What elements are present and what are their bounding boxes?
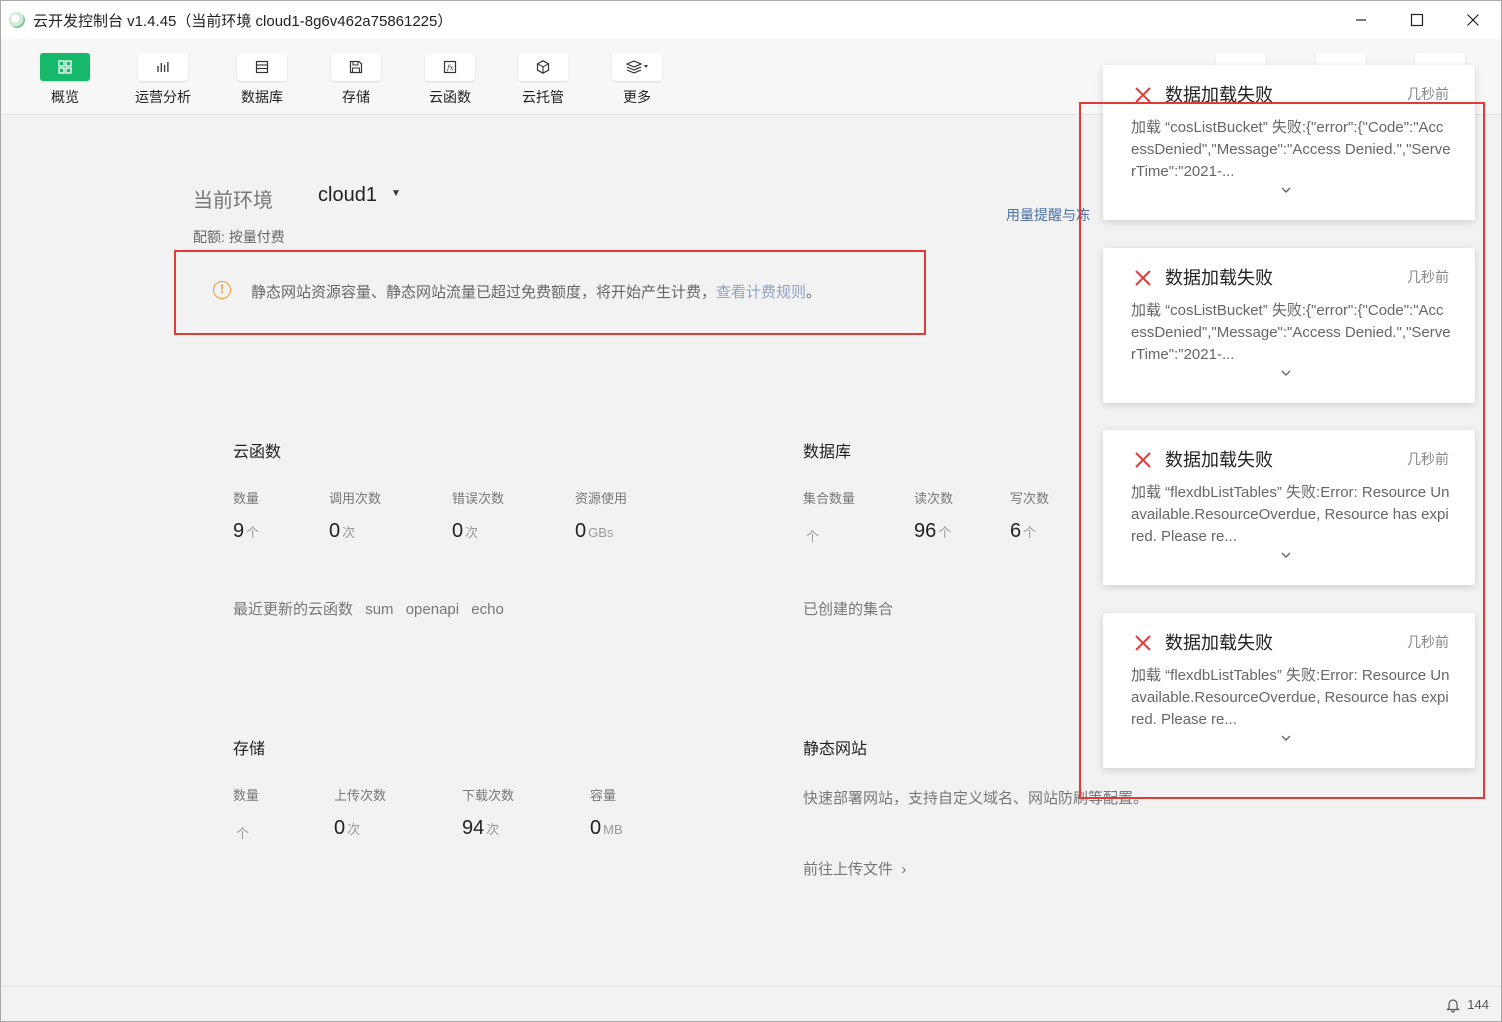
stat-label: 数量 [233,788,260,803]
stat-label: 读次数 [914,491,954,506]
bell-icon[interactable] [1445,997,1461,1013]
stat-value: 0次 [452,520,479,542]
collections-label: 已创建的集合 [803,601,894,618]
stat-value: 个 [806,529,820,544]
notice-message: 静态网站资源容量、静态网站流量已超过免费额度，将开始产生计费， [251,284,717,301]
layers-icon [625,60,648,74]
window-title: 云开发控制台 v1.4.45（当前环境 cloud1-8g6v462a75861… [33,12,453,30]
title-bar: 云开发控制台 v1.4.45（当前环境 cloud1-8g6v462a75861… [1,1,1501,39]
env-label: 当前环境 [193,190,273,212]
function-link[interactable]: openapi [406,601,459,618]
billing-rules-link[interactable]: 查看计费规则 [716,284,806,301]
warning-icon: ! [213,281,231,299]
recent-label: 最近更新的云函数 [233,601,354,618]
function-link[interactable]: sum [365,601,393,618]
stat-label: 集合数量 [803,491,856,506]
tool-cloud-function[interactable]: fx 云函数 [410,53,490,107]
bar-chart-icon [157,62,169,72]
stat-value: 0 GBs [575,520,614,542]
caret-down-icon[interactable]: ▼ [391,188,401,199]
static-site-title: 静态网站 [803,741,868,758]
stat-label: 资源使用 [575,491,628,506]
notice-text: 静态网站资源容量、静态网站流量已超过免费额度，将开始产生计费，查看计费规则。 [251,281,821,302]
tool-more[interactable]: 更多 [597,53,677,107]
highlight-outline [1079,102,1485,799]
database-title: 数据库 [803,444,852,461]
stat-value: 0次 [329,520,356,542]
close-icon [1467,14,1479,26]
functions-title: 云函数 [233,444,282,461]
tool-cloud-hosting[interactable]: 云托管 [503,53,583,107]
stat-value: 9个 [233,520,260,542]
stat-label: 容量 [590,788,617,803]
tool-database[interactable]: 数据库 [222,53,302,107]
tool-label: 云托管 [522,89,564,105]
stat-label: 上传次数 [334,788,387,803]
stat-value: 0次 [334,817,361,839]
usage-alert-link[interactable]: 用量提醒与冻 [1006,205,1090,225]
tool-overview[interactable]: 概览 [25,53,105,107]
stat-value: 96 个 [914,520,952,542]
cube-icon [536,60,550,74]
stat-value: 94 次 [462,817,500,839]
tool-analytics[interactable]: 运营分析 [123,53,203,107]
maximize-icon [1410,13,1424,27]
function-link[interactable]: echo [471,601,504,618]
stat-label: 数量 [233,491,260,506]
window-controls [1333,1,1501,39]
stat-label: 下载次数 [462,788,515,803]
recent-functions: 最近更新的云函数 sum openapi echo [233,598,504,619]
env-selector[interactable]: cloud1 [318,184,377,207]
database-icon [255,60,269,74]
stat-label: 错误次数 [452,491,505,506]
function-icon: fx [443,60,457,74]
svg-text:fx: fx [446,64,454,72]
notice-tail: 。 [806,284,822,301]
minimize-button[interactable] [1333,1,1389,39]
storage-title: 存储 [233,741,266,758]
minimize-icon [1356,19,1366,21]
maximize-button[interactable] [1389,1,1445,39]
tool-label: 存储 [342,89,370,105]
chevron-right-icon: › [897,861,907,878]
status-bar: 144 [1,986,1501,1021]
tool-label: 运营分析 [135,89,191,105]
tool-label: 更多 [623,89,651,105]
tool-label: 云函数 [429,89,471,105]
save-icon [349,60,363,74]
grid-icon [58,60,72,74]
upload-files-link[interactable]: 前往上传文件 › [803,858,906,879]
app-logo-icon [9,12,25,28]
app-window: 云开发控制台 v1.4.45（当前环境 cloud1-8g6v462a75861… [0,0,1502,1022]
quota-text: 配额: 按量付费 [193,229,285,245]
stat-label: 写次数 [1010,491,1050,506]
billing-notice: ! 静态网站资源容量、静态网站流量已超过免费额度，将开始产生计费，查看计费规则。 [174,250,926,335]
stat-value: 0 MB [590,817,623,839]
tool-label: 数据库 [241,89,283,105]
stat-label: 调用次数 [329,491,382,506]
tool-label: 概览 [51,89,79,105]
close-button[interactable] [1445,1,1501,39]
toast-time: 几秒前 [1407,86,1449,102]
stat-value: 6个 [1010,520,1037,542]
tool-storage[interactable]: 存储 [316,53,396,107]
stat-value: 个 [236,826,250,841]
notification-count: 144 [1467,997,1489,1012]
